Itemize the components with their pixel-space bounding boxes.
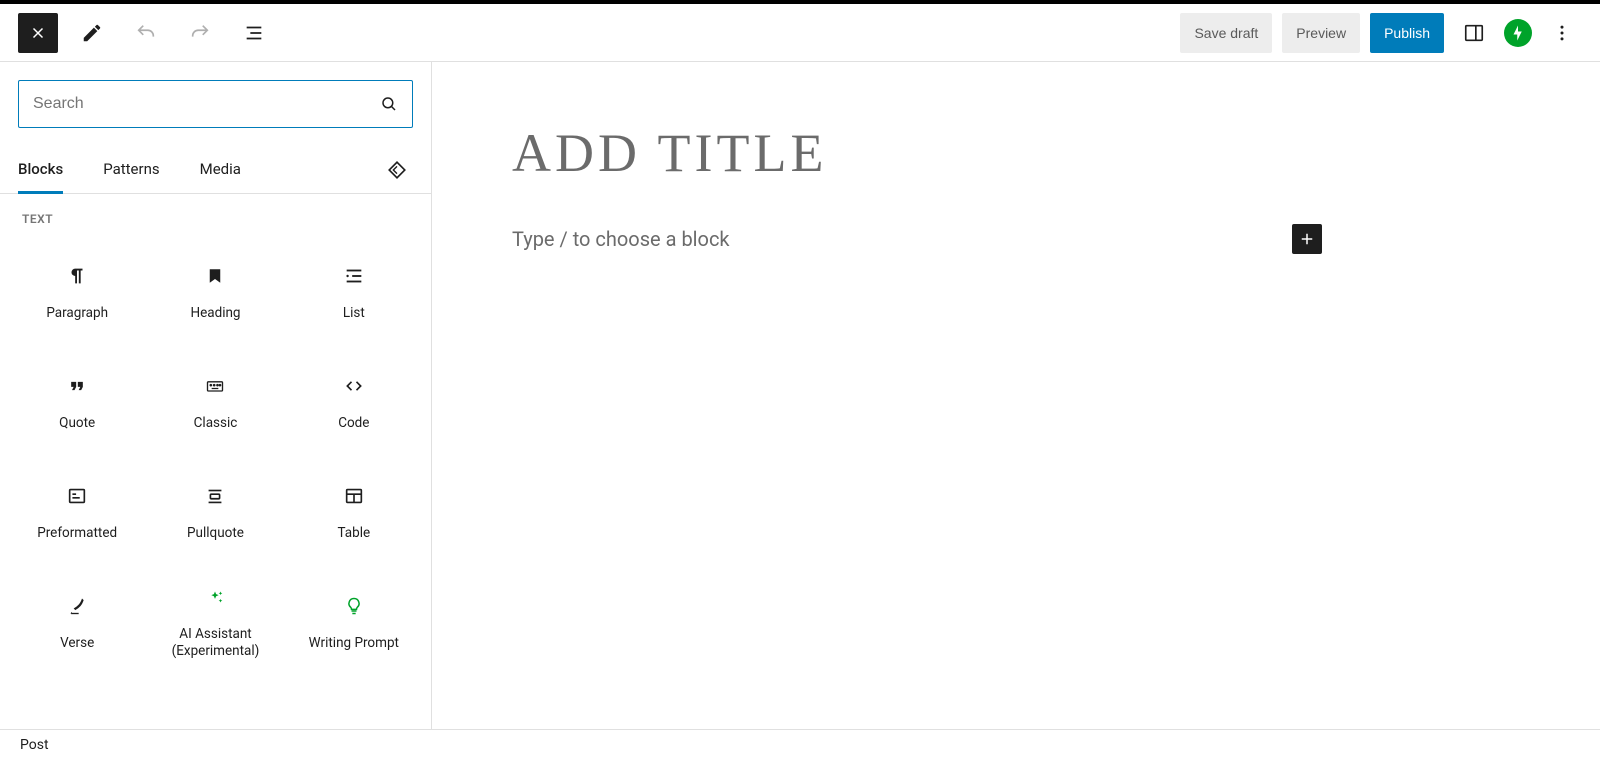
list-icon — [343, 265, 365, 287]
block-label: Quote — [59, 415, 95, 432]
topbar-right: Save draft Preview Publish — [1180, 13, 1582, 53]
section-title-text: TEXT — [0, 194, 431, 236]
sidebar-icon — [1463, 22, 1485, 44]
topbar-left — [18, 13, 274, 53]
add-block-button[interactable] — [1292, 224, 1322, 254]
chevron-double-icon — [386, 159, 408, 181]
options-button[interactable] — [1542, 13, 1582, 53]
block-label: Writing Prompt — [309, 635, 399, 652]
close-icon — [29, 24, 47, 42]
paragraph-icon — [66, 265, 88, 287]
search-icon — [380, 95, 398, 113]
block-writing-prompt[interactable]: Writing Prompt — [285, 566, 423, 676]
block-quote[interactable]: Quote — [8, 346, 146, 456]
block-heading[interactable]: Heading — [146, 236, 284, 346]
tab-media[interactable]: Media — [200, 147, 241, 194]
paragraph-block-row: Type / to choose a block — [512, 224, 1322, 254]
block-ai-assistant[interactable]: AI Assistant (Experimental) — [146, 566, 284, 676]
search-box — [18, 80, 413, 128]
block-label: Code — [338, 415, 369, 432]
block-code[interactable]: Code — [285, 346, 423, 456]
search-wrapper — [0, 62, 431, 146]
undo-icon — [135, 22, 157, 44]
post-title-placeholder[interactable]: ADD TITLE — [512, 122, 1520, 184]
lightbulb-icon — [344, 594, 364, 618]
plus-icon — [1298, 230, 1316, 248]
close-inserter-button[interactable] — [18, 13, 58, 53]
block-paragraph[interactable]: Paragraph — [8, 236, 146, 346]
block-label: Preformatted — [37, 525, 117, 542]
editor-topbar: Save draft Preview Publish — [0, 0, 1600, 62]
block-label: Pullquote — [187, 525, 244, 542]
editor-canvas[interactable]: ADD TITLE Type / to choose a block — [432, 62, 1600, 729]
block-pullquote[interactable]: Pullquote — [146, 456, 284, 566]
keyboard-icon — [202, 376, 228, 396]
editor-footer: Post — [0, 729, 1600, 759]
block-label: AI Assistant (Experimental) — [150, 626, 280, 660]
preformatted-icon — [66, 485, 88, 507]
blocks-grid: Paragraph Heading List Quote Classic Cod — [0, 236, 431, 688]
publish-button[interactable]: Publish — [1370, 13, 1444, 53]
block-label: Heading — [190, 305, 240, 322]
detach-panel-button[interactable] — [381, 154, 413, 186]
quote-icon — [65, 376, 89, 396]
verse-icon — [67, 595, 87, 617]
ai-sparkle-icon — [204, 586, 226, 608]
tab-patterns[interactable]: Patterns — [103, 147, 159, 194]
block-label: Classic — [194, 415, 238, 432]
tab-blocks[interactable]: Blocks — [18, 147, 63, 194]
block-table[interactable]: Table — [285, 456, 423, 566]
undo-button[interactable] — [126, 13, 166, 53]
pencil-icon — [81, 22, 103, 44]
save-draft-button[interactable]: Save draft — [1180, 13, 1272, 53]
paragraph-placeholder[interactable]: Type / to choose a block — [512, 227, 730, 251]
jetpack-button[interactable] — [1504, 19, 1532, 47]
jetpack-icon — [1509, 24, 1527, 42]
pullquote-icon — [204, 485, 226, 507]
more-vertical-icon — [1552, 23, 1572, 43]
edit-tool-button[interactable] — [72, 13, 112, 53]
redo-button[interactable] — [180, 13, 220, 53]
block-classic[interactable]: Classic — [146, 346, 284, 456]
block-verse[interactable]: Verse — [8, 566, 146, 676]
table-icon — [343, 485, 365, 507]
settings-sidebar-button[interactable] — [1454, 13, 1494, 53]
heading-icon — [206, 267, 224, 285]
preview-button[interactable]: Preview — [1282, 13, 1360, 53]
redo-icon — [189, 22, 211, 44]
block-label: Table — [337, 525, 370, 542]
code-icon — [342, 376, 366, 396]
block-label: Verse — [60, 635, 94, 652]
list-view-icon — [243, 22, 265, 44]
block-preformatted[interactable]: Preformatted — [8, 456, 146, 566]
block-label: Paragraph — [46, 305, 108, 322]
inserter-tabs: Blocks Patterns Media — [0, 146, 431, 194]
document-overview-button[interactable] — [234, 13, 274, 53]
block-inserter-panel: Blocks Patterns Media TEXT Paragraph Hea… — [0, 62, 432, 729]
block-label: List — [343, 305, 365, 322]
search-input[interactable] — [33, 95, 380, 113]
block-list[interactable]: List — [285, 236, 423, 346]
breadcrumb[interactable]: Post — [20, 737, 49, 753]
editor-main: Blocks Patterns Media TEXT Paragraph Hea… — [0, 62, 1600, 729]
